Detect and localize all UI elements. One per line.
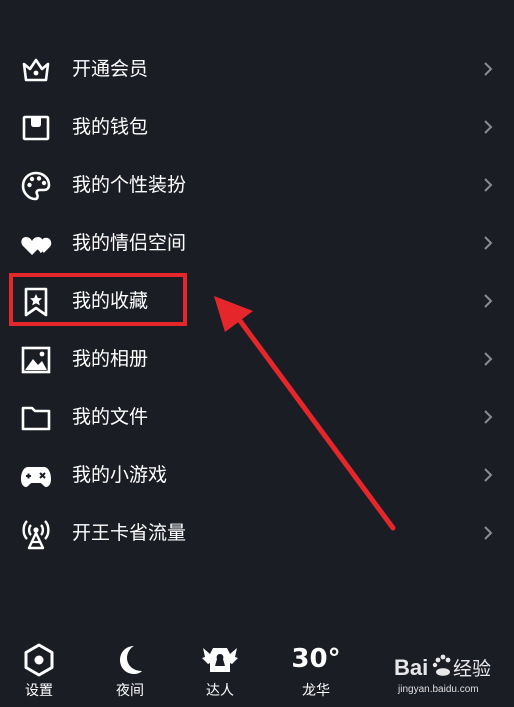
expert-label: 达人	[206, 683, 234, 699]
chevron-right-icon	[481, 467, 495, 483]
weather-temperature: 30°	[291, 644, 341, 674]
menu-item-label: 开王卡省流量	[72, 522, 187, 544]
menu-item-label: 我的文件	[72, 406, 149, 428]
night-label: 夜间	[116, 683, 144, 699]
menu-item-album[interactable]: 我的相册	[0, 330, 514, 388]
menu-item-favorites[interactable]: 我的收藏	[0, 272, 514, 330]
menu-item-label: 我的个性装扮	[72, 174, 187, 196]
menu-item-wallet[interactable]: 我的钱包	[0, 98, 514, 156]
bookmark-star-icon	[20, 286, 52, 318]
menu-item-label: 我的收藏	[72, 290, 149, 312]
menu-item-couple-space[interactable]: 我的情侣空间	[0, 214, 514, 272]
expert-button[interactable]: 达人	[190, 640, 250, 704]
menu-item-mini-games[interactable]: 我的小游戏	[0, 446, 514, 504]
photo-icon	[20, 344, 52, 376]
menu-item-label: 我的钱包	[72, 116, 149, 138]
settings-label: 设置	[25, 683, 53, 699]
night-mode-button[interactable]: 夜间	[100, 640, 160, 704]
bottom-toolbar: 设置 夜间 达人 30° 龙华	[0, 640, 514, 707]
menu-item-vip[interactable]: 开通会员	[0, 40, 514, 98]
weather-city: 龙华	[302, 683, 330, 699]
side-menu: 开通会员 我的钱包 我的个性装扮 我的情侣空间 我的收藏 我的相册 我的文件 我…	[0, 40, 514, 562]
signal-tower-icon	[20, 518, 52, 550]
menu-item-label: 我的相册	[72, 348, 149, 370]
palette-icon	[20, 170, 52, 202]
chevron-right-icon	[481, 177, 495, 193]
crown-icon	[20, 54, 52, 86]
moon-icon	[112, 642, 148, 678]
chevron-right-icon	[481, 293, 495, 309]
chevron-right-icon	[481, 235, 495, 251]
menu-item-label: 我的小游戏	[72, 464, 168, 486]
chevron-right-icon	[481, 351, 495, 367]
folder-icon	[20, 402, 52, 434]
chevron-right-icon	[481, 409, 495, 425]
hearts-icon	[20, 228, 52, 260]
settings-button[interactable]: 设置	[9, 640, 69, 704]
weather-widget[interactable]: 30° 龙华	[286, 640, 346, 704]
gamepad-icon	[20, 460, 52, 492]
menu-item-label: 开通会员	[72, 58, 149, 80]
chevron-right-icon	[481, 61, 495, 77]
chevron-right-icon	[481, 525, 495, 541]
menu-item-label: 我的情侣空间	[72, 232, 187, 254]
winged-badge-icon	[202, 642, 238, 678]
chevron-right-icon	[481, 119, 495, 135]
menu-item-personalize[interactable]: 我的个性装扮	[0, 156, 514, 214]
menu-item-king-card[interactable]: 开王卡省流量	[0, 504, 514, 562]
menu-item-files[interactable]: 我的文件	[0, 388, 514, 446]
settings-hexagon-icon	[21, 642, 57, 678]
wallet-icon	[20, 112, 52, 144]
